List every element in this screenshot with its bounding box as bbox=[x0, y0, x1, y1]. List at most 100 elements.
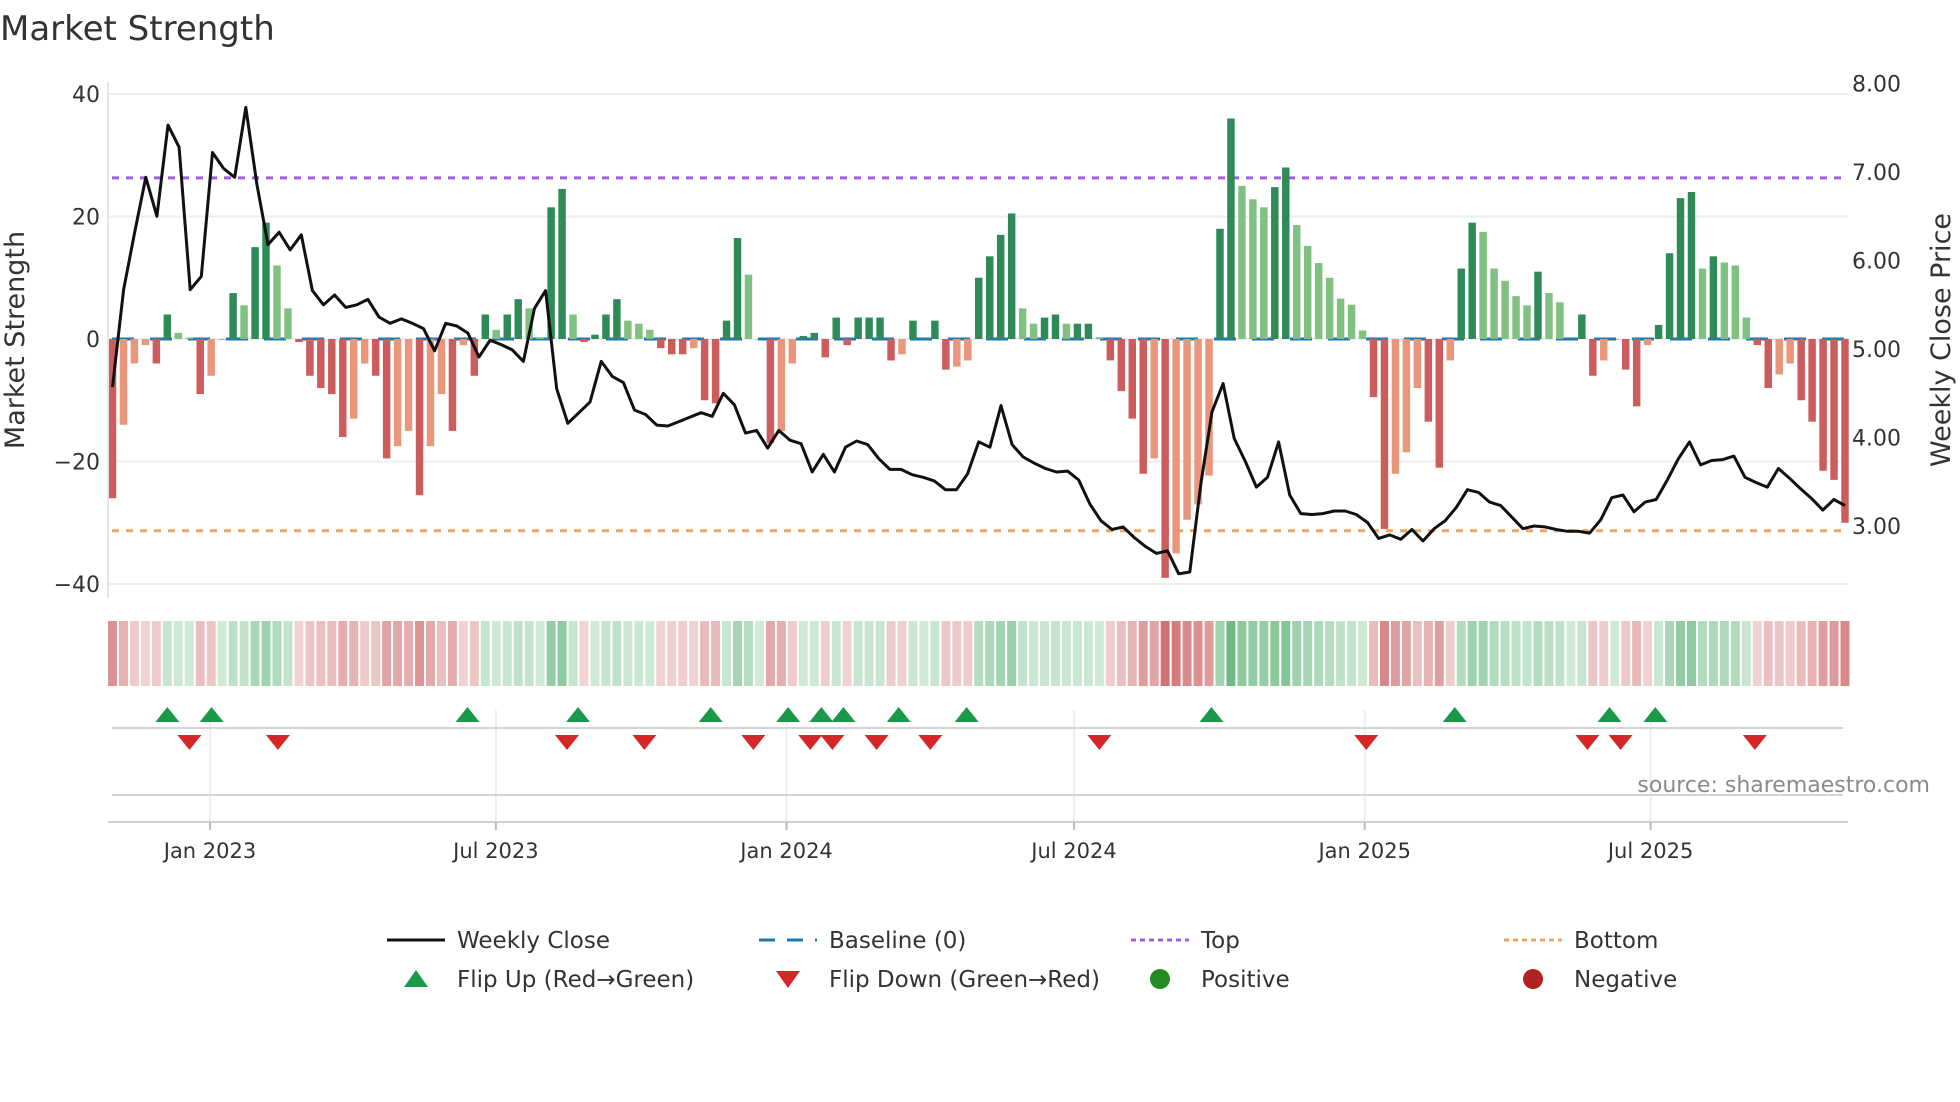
heat-cell bbox=[1610, 621, 1620, 686]
positive-bar bbox=[1073, 323, 1082, 339]
heat-cell bbox=[1160, 621, 1170, 686]
heat-cell bbox=[568, 621, 578, 686]
negative-bar bbox=[1775, 339, 1783, 375]
heat-cell bbox=[480, 621, 490, 686]
heat-cell bbox=[1840, 621, 1850, 686]
heat-cell bbox=[1007, 621, 1017, 686]
heat-cell bbox=[294, 621, 304, 686]
positive-bar bbox=[185, 337, 193, 339]
positive-bar bbox=[558, 188, 566, 339]
negative-bar bbox=[898, 339, 906, 355]
negative-bar bbox=[843, 339, 851, 346]
flip-up-marker bbox=[1597, 707, 1622, 722]
heat-cell bbox=[491, 621, 501, 686]
heat-cell bbox=[1182, 621, 1192, 686]
heat-cell bbox=[513, 621, 523, 686]
positive-bar bbox=[1534, 271, 1542, 339]
negative-bar bbox=[1139, 339, 1147, 474]
heat-cell bbox=[1796, 621, 1806, 686]
negative-bar bbox=[426, 339, 435, 447]
heat-cell bbox=[974, 621, 984, 686]
heat-cell bbox=[535, 621, 545, 686]
negative-bar bbox=[580, 339, 588, 343]
positive-bar bbox=[1084, 323, 1093, 339]
positive-bar bbox=[876, 317, 884, 339]
positive-bar bbox=[1303, 245, 1312, 339]
negative-bar bbox=[1128, 339, 1136, 419]
flip-up-marker bbox=[455, 707, 480, 722]
triangle-up-icon bbox=[404, 970, 428, 987]
heat-cell bbox=[1171, 621, 1181, 686]
positive-bar bbox=[1468, 222, 1476, 339]
heat-cell bbox=[239, 621, 249, 686]
heat-cell bbox=[436, 621, 446, 686]
positive-bar bbox=[1238, 185, 1246, 339]
heat-cell bbox=[469, 621, 479, 686]
heat-cell bbox=[1018, 621, 1028, 686]
heat-cell bbox=[1193, 621, 1203, 686]
heat-cell bbox=[195, 621, 205, 686]
positive-bar bbox=[503, 314, 511, 339]
heat-cell bbox=[1445, 621, 1455, 686]
negative-bar bbox=[130, 339, 139, 364]
negative-bar bbox=[689, 339, 698, 349]
positive-bar bbox=[218, 339, 226, 340]
positive-bar bbox=[865, 317, 873, 339]
negative-bar bbox=[1435, 339, 1444, 468]
negative-bar bbox=[1172, 339, 1180, 554]
negative-bar bbox=[821, 339, 829, 358]
heat-cell bbox=[798, 621, 808, 686]
flip-up-marker bbox=[1643, 707, 1668, 722]
heat-cell bbox=[206, 621, 216, 686]
y2-tick-label: 5.00 bbox=[1852, 338, 1901, 363]
heat-cell bbox=[184, 621, 194, 686]
heat-cell bbox=[1204, 621, 1214, 686]
negative-bar bbox=[678, 339, 687, 355]
positive-bar bbox=[1490, 268, 1498, 339]
legend-item-top: Top bbox=[1131, 928, 1240, 954]
heat-cell bbox=[1763, 621, 1773, 686]
heat-cell bbox=[371, 621, 381, 686]
flip-up-marker bbox=[1199, 707, 1224, 722]
source-label: source: sharemaestro.com bbox=[1637, 773, 1930, 798]
flip-down-marker bbox=[798, 735, 823, 750]
heat-cell bbox=[1029, 621, 1039, 686]
heat-cell bbox=[1347, 621, 1357, 686]
heat-cell bbox=[985, 621, 995, 686]
heat-cell bbox=[1390, 621, 1400, 686]
heat-cell bbox=[1522, 621, 1532, 686]
negative-bar bbox=[393, 339, 402, 447]
heat-cell bbox=[382, 621, 392, 686]
heat-cell bbox=[1314, 621, 1324, 686]
flip-up-marker bbox=[698, 707, 723, 722]
heat-cell bbox=[1303, 621, 1313, 686]
heat-cell bbox=[217, 621, 227, 686]
heat-cell bbox=[1401, 621, 1411, 686]
y2-tick-label: 3.00 bbox=[1852, 515, 1901, 540]
heat-cell bbox=[1083, 621, 1093, 686]
heat-cell bbox=[952, 621, 962, 686]
negative-bar bbox=[459, 339, 468, 346]
flip-up-marker bbox=[776, 707, 801, 722]
flip-down-marker bbox=[1742, 735, 1767, 750]
positive-bar bbox=[810, 332, 819, 339]
heat-cell bbox=[1369, 621, 1378, 686]
positive-bar bbox=[602, 314, 610, 339]
heat-cell bbox=[1138, 621, 1148, 686]
flip-up-marker bbox=[886, 707, 911, 722]
heat-cell bbox=[1478, 621, 1488, 686]
negative-bar bbox=[1183, 339, 1191, 520]
heat-cell bbox=[1116, 621, 1126, 686]
positive-bar bbox=[755, 339, 764, 340]
positive-bar bbox=[1545, 293, 1553, 339]
heat-cell bbox=[1248, 621, 1258, 686]
negative-bar bbox=[360, 339, 369, 364]
heat-cell bbox=[1665, 621, 1675, 686]
positive-bar bbox=[1325, 277, 1334, 339]
positive-bar bbox=[635, 323, 643, 339]
negative-bar bbox=[788, 339, 797, 364]
negative-bar bbox=[448, 339, 457, 431]
negative-bar bbox=[339, 339, 347, 437]
heat-cell bbox=[316, 621, 326, 686]
legend-label: Flip Up (Red→Green) bbox=[457, 967, 694, 993]
